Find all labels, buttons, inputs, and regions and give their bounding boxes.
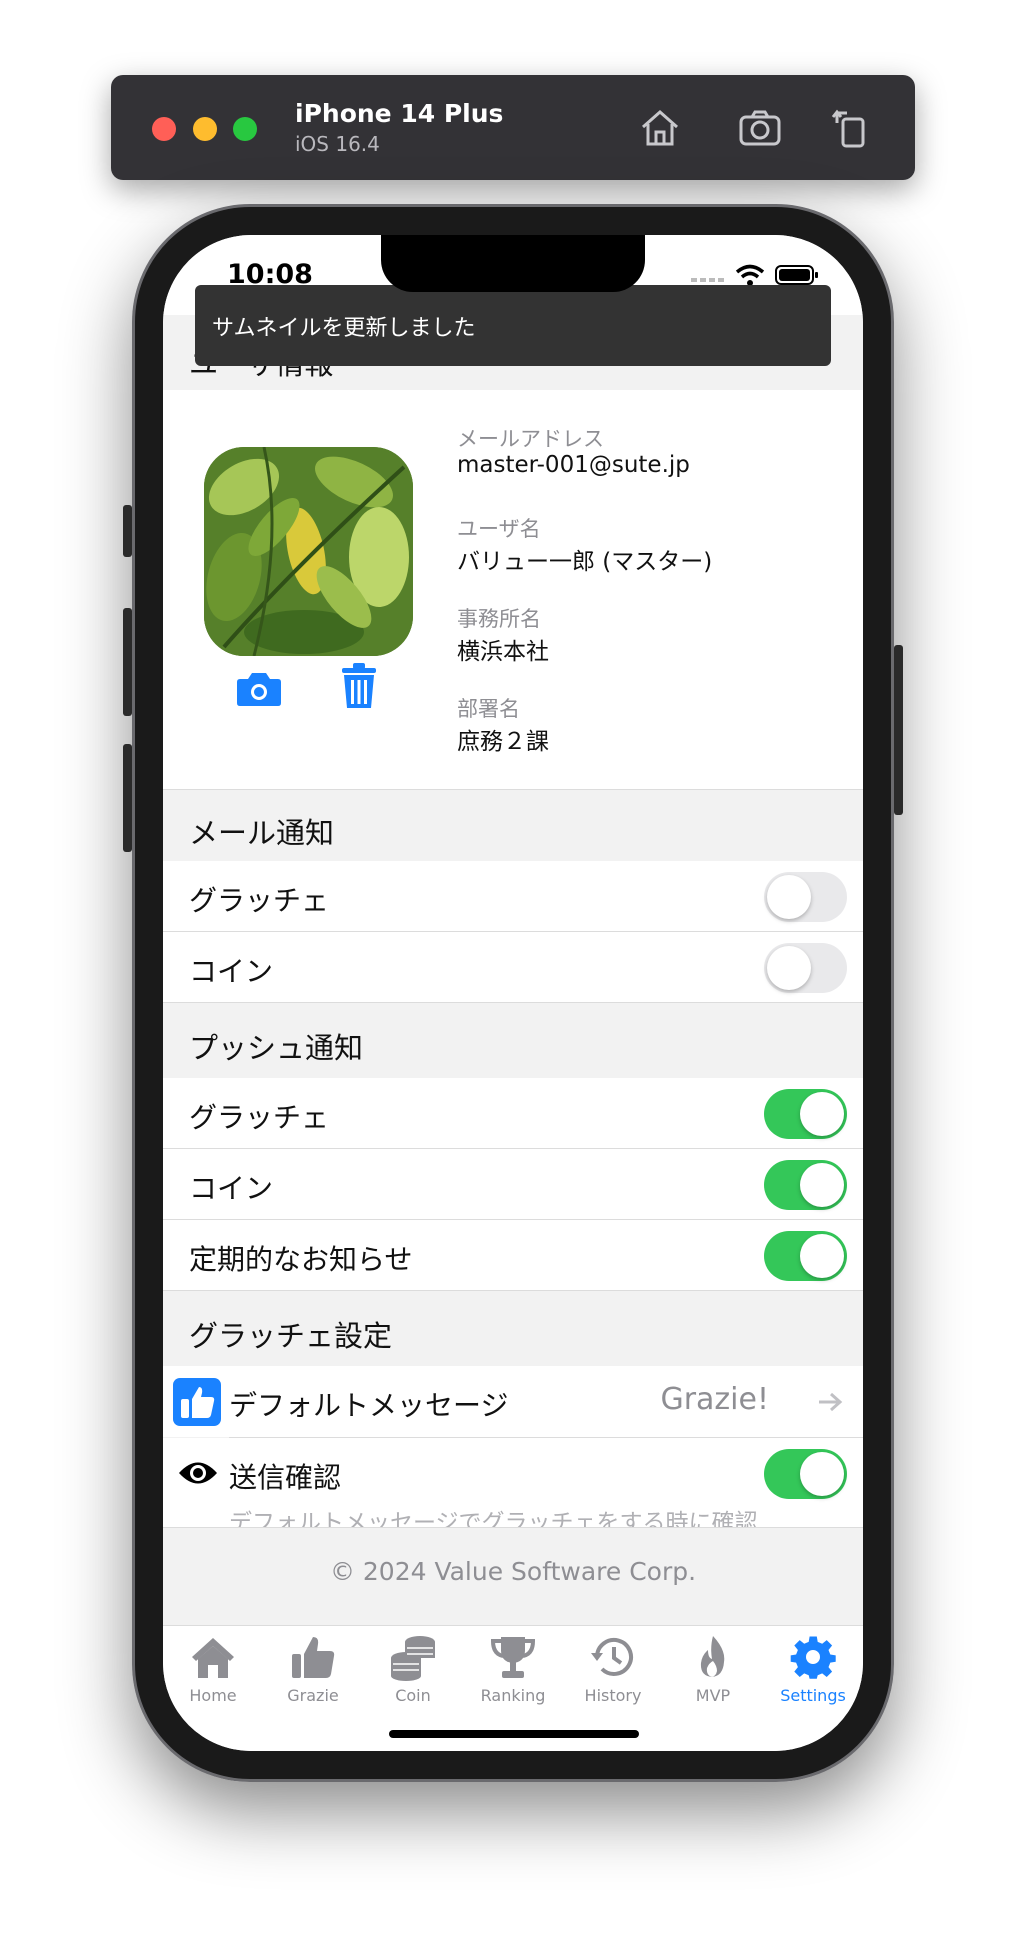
arrow-right-icon	[819, 1392, 843, 1412]
volume-down-button	[123, 744, 132, 852]
default-message-row[interactable]: デフォルトメッセージ Grazie!	[163, 1366, 863, 1437]
tab-coin[interactable]: Coin	[363, 1626, 463, 1706]
office-label: 事務所名	[457, 607, 541, 631]
os-version: iOS 16.4	[295, 132, 380, 156]
mail-grazie-toggle[interactable]	[764, 872, 847, 922]
phone-screen: 10:08 サムネイルを更新しました ユーザ情報	[163, 235, 863, 1751]
tab-history-label: History	[584, 1686, 642, 1705]
tab-grazie-label: Grazie	[287, 1686, 339, 1705]
tab-history[interactable]: History	[563, 1626, 663, 1706]
tab-mvp-label: MVP	[695, 1686, 731, 1705]
trophy-icon	[490, 1637, 536, 1678]
tab-home[interactable]: Home	[163, 1626, 263, 1706]
mute-switch	[123, 505, 132, 557]
push-grazie-row: グラッチェ	[163, 1078, 863, 1149]
office-value: 横浜本社	[457, 639, 549, 665]
zoom-window-button[interactable]	[233, 117, 257, 141]
flame-icon	[700, 1636, 725, 1677]
default-message-label: デフォルトメッセージ	[229, 1389, 509, 1422]
department-label: 部署名	[457, 697, 520, 721]
signal-icon	[691, 278, 724, 282]
username-value: バリュー一郎 (マスター)	[457, 549, 713, 575]
device-name: iPhone 14 Plus	[295, 99, 504, 128]
power-button	[894, 645, 903, 815]
eye-icon	[179, 1462, 217, 1484]
send-confirm-label: 送信確認	[229, 1461, 342, 1494]
mail-grazie-label: グラッチェ	[189, 884, 330, 917]
mail-grazie-row: グラッチェ	[163, 861, 863, 932]
copyright-text: © 2024 Value Software Corp.	[329, 1557, 697, 1586]
wifi-icon	[735, 264, 765, 286]
tab-mvp[interactable]: MVP	[663, 1626, 763, 1706]
push-periodic-label: 定期的なお知らせ	[189, 1243, 413, 1276]
push-grazie-label: グラッチェ	[189, 1101, 330, 1134]
simulator-title-bar: iPhone 14 Plus iOS 16.4	[111, 75, 915, 180]
send-confirm-note: デフォルトメッセージでグラッチェをする時に確認	[229, 1510, 758, 1527]
grazie-settings-section-header: グラッチェ設定	[163, 1291, 863, 1366]
history-icon	[591, 1637, 633, 1676]
thumbs-up-icon	[173, 1378, 221, 1426]
notch	[381, 235, 645, 292]
username-label: ユーザ名	[457, 517, 541, 541]
screenshot-icon[interactable]	[737, 105, 783, 151]
push-coin-row: コイン	[163, 1149, 863, 1220]
push-coin-toggle[interactable]	[764, 1160, 847, 1210]
send-confirm-toggle[interactable]	[764, 1449, 847, 1499]
default-message-value: Grazie!	[660, 1382, 769, 1417]
tab-settings[interactable]: Settings	[763, 1626, 863, 1706]
home-indicator	[389, 1730, 639, 1738]
send-confirm-row: 送信確認	[163, 1438, 863, 1509]
email-value: master-001@sute.jp	[457, 452, 690, 478]
mail-coin-row: コイン	[163, 932, 863, 1003]
camera-icon[interactable]	[233, 664, 285, 716]
push-notification-section-header: プッシュ通知	[163, 1003, 863, 1078]
push-periodic-row: 定期的なお知らせ	[163, 1220, 863, 1291]
profile-thumbnail[interactable]	[204, 447, 413, 656]
minimize-window-button[interactable]	[193, 117, 217, 141]
tab-ranking[interactable]: Ranking	[463, 1626, 563, 1706]
mail-coin-toggle[interactable]	[764, 943, 847, 993]
trash-icon[interactable]	[333, 660, 385, 712]
mail-coin-label: コイン	[189, 955, 274, 988]
push-grazie-toggle[interactable]	[764, 1089, 847, 1139]
push-coin-label: コイン	[189, 1172, 274, 1205]
profile-card: メールアドレス master-001@sute.jp ユーザ名 バリュー一郎 (…	[163, 390, 863, 790]
toast-message: サムネイルを更新しました	[195, 285, 831, 366]
email-label: メールアドレス	[457, 427, 604, 451]
gear-icon	[790, 1636, 836, 1679]
volume-up-button	[123, 608, 132, 716]
tab-coin-label: Coin	[395, 1686, 431, 1705]
tab-home-label: Home	[189, 1686, 237, 1705]
push-periodic-toggle[interactable]	[764, 1231, 847, 1281]
department-value: 庶務２課	[457, 729, 549, 755]
close-window-button[interactable]	[152, 117, 176, 141]
rotate-icon[interactable]	[829, 105, 875, 151]
home-icon[interactable]	[637, 105, 683, 151]
battery-icon	[775, 265, 818, 285]
mail-notification-section-header: メール通知	[163, 790, 863, 861]
tab-ranking-label: Ranking	[480, 1686, 546, 1705]
house-icon	[192, 1638, 234, 1678]
tab-settings-label: Settings	[780, 1686, 846, 1705]
thumbs-up-icon	[292, 1637, 335, 1678]
tab-grazie[interactable]: Grazie	[263, 1626, 363, 1706]
coins-icon	[391, 1636, 435, 1681]
